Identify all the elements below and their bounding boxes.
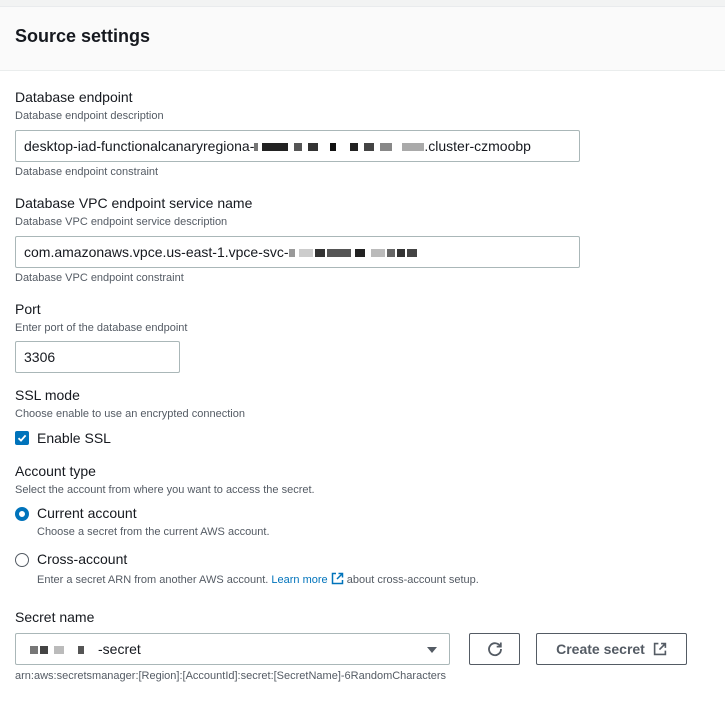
create-secret-label: Create secret (556, 641, 645, 657)
caret-down-icon (427, 647, 437, 653)
secret-arn-hint: arn:aws:secretsmanager:[Region]:[Account… (15, 670, 447, 682)
port-label: Port (15, 301, 41, 317)
cross-account-description: Enter a secret ARN from another AWS acco… (37, 572, 479, 586)
endpoint-value-prefix: desktop-iad-functionalcanaryregiona- (24, 138, 255, 154)
current-account-description: Choose a secret from the current AWS acc… (37, 526, 270, 538)
ssl-label: SSL mode (15, 387, 80, 403)
checkmark-icon (17, 434, 27, 442)
account-type-description: Select the account from where you want t… (15, 484, 315, 496)
current-account-label[interactable]: Current account (37, 505, 137, 521)
port-description: Enter port of the database endpoint (15, 322, 188, 334)
enable-ssl-label: Enable SSL (37, 430, 111, 446)
vpc-input[interactable]: com.amazonaws.vpce.us-east-1.vpce-svc- (15, 236, 580, 268)
redacted-text (254, 138, 425, 154)
secret-name-value: -secret (98, 641, 141, 657)
external-link-icon[interactable] (331, 572, 344, 585)
vpc-value-prefix: com.amazonaws.vpce.us-east-1.vpce-svc- (24, 244, 289, 260)
refresh-button[interactable] (469, 633, 520, 665)
refresh-icon (487, 642, 502, 657)
section-title: Source settings (15, 26, 151, 46)
secret-name-label: Secret name (15, 609, 95, 625)
endpoint-label: Database endpoint (15, 89, 133, 105)
cross-account-desc-after: about cross-account setup. (346, 574, 479, 586)
endpoint-input[interactable]: desktop-iad-functionalcanaryregiona- .clu… (15, 130, 580, 162)
vpc-description: Database VPC endpoint service descriptio… (15, 216, 228, 228)
vpc-constraint: Database VPC endpoint constraint (15, 272, 184, 284)
endpoint-value-suffix: .cluster-czmoobp (424, 138, 531, 154)
cross-account-desc-before: Enter a secret ARN from another AWS acco… (37, 574, 269, 586)
enable-ssl-row[interactable]: Enable SSL (15, 430, 111, 446)
redacted-text (30, 641, 84, 657)
ssl-description: Choose enable to use an encrypted connec… (15, 408, 245, 420)
vpc-label: Database VPC endpoint service name (15, 195, 253, 211)
account-type-label: Account type (15, 463, 96, 479)
cross-account-radio[interactable] (15, 553, 29, 567)
redacted-text (288, 244, 417, 260)
section-header: Source settings (0, 7, 725, 71)
secret-name-select[interactable]: -secret (15, 633, 450, 665)
port-input[interactable]: 3306 (15, 341, 180, 373)
endpoint-constraint: Database endpoint constraint (15, 166, 159, 178)
cross-account-label[interactable]: Cross-account (37, 551, 127, 567)
endpoint-description: Database endpoint description (15, 110, 164, 122)
current-account-radio[interactable] (15, 507, 29, 521)
enable-ssl-checkbox[interactable] (15, 431, 29, 445)
create-secret-button[interactable]: Create secret (536, 633, 687, 665)
external-link-icon (653, 642, 667, 656)
top-strip (0, 0, 725, 7)
learn-more-link[interactable]: Learn more (271, 574, 327, 586)
